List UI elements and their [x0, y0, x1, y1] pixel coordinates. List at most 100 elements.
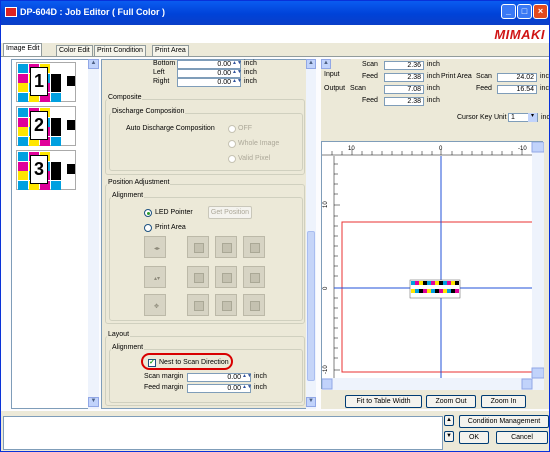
job-editor-window: DP-604D : Job Editor ( Full Color ) _ □ …	[0, 0, 550, 452]
condition-management-button[interactable]: Condition Management	[459, 415, 549, 428]
dropdown-arrow-icon[interactable]: ▾	[528, 113, 537, 122]
scroll-up-icon[interactable]: ▲	[306, 59, 316, 69]
ruler-label: -10	[518, 146, 527, 152]
align-bottom-center-button[interactable]	[187, 294, 209, 316]
image-thumbnail[interactable]: 3	[16, 150, 76, 190]
align-middle-left-button[interactable]: ▴▾	[144, 266, 166, 288]
tab-image-edit[interactable]: Image Edit	[3, 43, 43, 57]
scroll-up-icon[interactable]: ▲	[444, 415, 454, 426]
spinner-icon[interactable]: ▲▼	[242, 374, 252, 381]
fit-to-table-width-button[interactable]: Fit to Table Width	[345, 395, 422, 408]
output-label: Output	[324, 85, 346, 92]
scroll-thumb[interactable]	[307, 231, 315, 381]
scroll-up-icon[interactable]	[531, 141, 545, 153]
scroll-down-icon[interactable]: ▼	[306, 397, 316, 407]
led-pointer-radio[interactable]	[144, 209, 152, 217]
right-margin-input[interactable]: 0.00 ▲▼	[177, 78, 242, 87]
scan-margin-input[interactable]: 0.00 ▲▼	[187, 373, 252, 382]
patch-cell	[51, 180, 61, 190]
preview-hscrollbar[interactable]	[322, 378, 532, 390]
align-top-center-button[interactable]	[187, 236, 209, 258]
align-middle-right-button[interactable]	[243, 266, 265, 288]
patch-cell	[18, 117, 28, 127]
zoom-out-button[interactable]: Zoom Out	[426, 395, 476, 408]
input-scan-value: 2.36	[384, 61, 424, 70]
minimize-icon[interactable]: _	[501, 4, 516, 19]
image-placement[interactable]	[409, 279, 461, 299]
output-feed-label: Feed	[362, 97, 378, 104]
zoom-in-button[interactable]: Zoom In	[481, 395, 526, 408]
black-patch	[67, 164, 75, 174]
whole-image-radio[interactable]	[228, 140, 236, 148]
scroll-down-icon[interactable]: ▼	[444, 431, 454, 442]
unit-label: inch	[427, 61, 440, 68]
composite-title: Composite	[107, 94, 143, 101]
patch-cell	[18, 127, 28, 136]
unit-label: inch	[244, 69, 257, 76]
scroll-up-icon[interactable]: ▲	[321, 59, 331, 69]
led-pointer-label: LED Pointer	[155, 209, 193, 216]
patch-cell	[18, 136, 28, 146]
spinner-icon[interactable]: ▲▼	[242, 385, 252, 392]
settings-scrollbar[interactable]: ▲ ▼	[306, 59, 316, 409]
left-margin-input[interactable]: 0.00 ▲▼	[177, 69, 242, 78]
scroll-down-icon[interactable]	[531, 367, 545, 379]
cancel-button[interactable]: Cancel	[496, 431, 548, 444]
patch-cell	[51, 83, 61, 92]
ok-button[interactable]: OK	[459, 431, 489, 444]
spinner-icon[interactable]: ▲▼	[232, 70, 242, 77]
title-bar[interactable]: DP-604D : Job Editor ( Full Color ) _ □ …	[1, 1, 549, 25]
bottom-label: Bottom	[153, 60, 176, 67]
pa-feed-label: Feed	[476, 85, 492, 92]
scroll-up-icon[interactable]: ▲	[88, 59, 99, 69]
align-middle-mid-button[interactable]	[215, 266, 237, 288]
image-thumbnail[interactable]: 2	[16, 106, 76, 146]
align-bottom-right-button[interactable]	[243, 294, 265, 316]
align-middle-center-button[interactable]	[187, 266, 209, 288]
window-title: DP-604D : Job Editor ( Full Color )	[20, 7, 166, 17]
image-thumbnail[interactable]: 1	[16, 62, 76, 102]
spinner-icon[interactable]: ▲▼	[232, 79, 242, 86]
align-bottom-left-button[interactable]: ✥	[144, 294, 166, 316]
patch-cell	[18, 83, 28, 92]
patch-cell	[51, 117, 61, 127]
off-label: OFF	[238, 125, 252, 132]
print-area-radio[interactable]	[144, 224, 152, 232]
close-icon[interactable]: ×	[533, 4, 548, 19]
maximize-icon[interactable]: □	[517, 4, 532, 19]
black-patch	[67, 120, 75, 130]
bottom-margin-input[interactable]: 0.00 ▲▼	[177, 60, 242, 69]
align-top-right-button[interactable]	[243, 236, 265, 258]
feed-margin-input[interactable]: 0.00 ▲▼	[187, 384, 252, 393]
scroll-right-icon[interactable]	[521, 378, 533, 390]
align-top-left-button[interactable]: ◂▸	[144, 236, 166, 258]
image-list[interactable]: 1 2 3	[11, 59, 99, 409]
scroll-left-icon[interactable]	[321, 378, 333, 390]
layout-preview[interactable]: 10 0 -10 10 0 -10	[321, 141, 545, 390]
patch-cell	[51, 92, 61, 102]
cursor-key-select[interactable]: 1 ▾	[508, 113, 538, 122]
brand-logo: MIMAKI	[494, 27, 545, 42]
patch-cell	[18, 108, 28, 117]
valid-pixel-radio[interactable]	[228, 155, 236, 163]
get-position-button[interactable]: Get Position	[208, 206, 252, 219]
preview-vscrollbar[interactable]	[532, 142, 544, 390]
right-margin-value: 0.00	[217, 79, 231, 86]
position-title: Position Adjustment	[107, 179, 171, 186]
preview-canvas: 10 0 -10 10 0 -10	[321, 141, 545, 390]
side-ruler-ticks	[334, 163, 340, 371]
valid-pixel-label: Valid Pixel	[238, 155, 271, 162]
ruler-label: 10	[323, 201, 329, 208]
cursor-key-value: 1	[511, 114, 515, 121]
patch-cell	[18, 161, 28, 171]
patch-cell	[51, 161, 61, 171]
spinner-icon[interactable]: ▲▼	[232, 61, 242, 68]
unit-label: inch	[427, 97, 440, 104]
unit-label: inch	[244, 60, 257, 67]
scroll-down-icon[interactable]: ▼	[88, 397, 99, 407]
align-top-mid-button[interactable]	[215, 236, 237, 258]
patch-cell	[18, 92, 28, 102]
off-radio[interactable]	[228, 125, 236, 133]
align-bottom-mid-button[interactable]	[215, 294, 237, 316]
image-list-scrollbar[interactable]: ▲ ▼	[88, 59, 99, 409]
